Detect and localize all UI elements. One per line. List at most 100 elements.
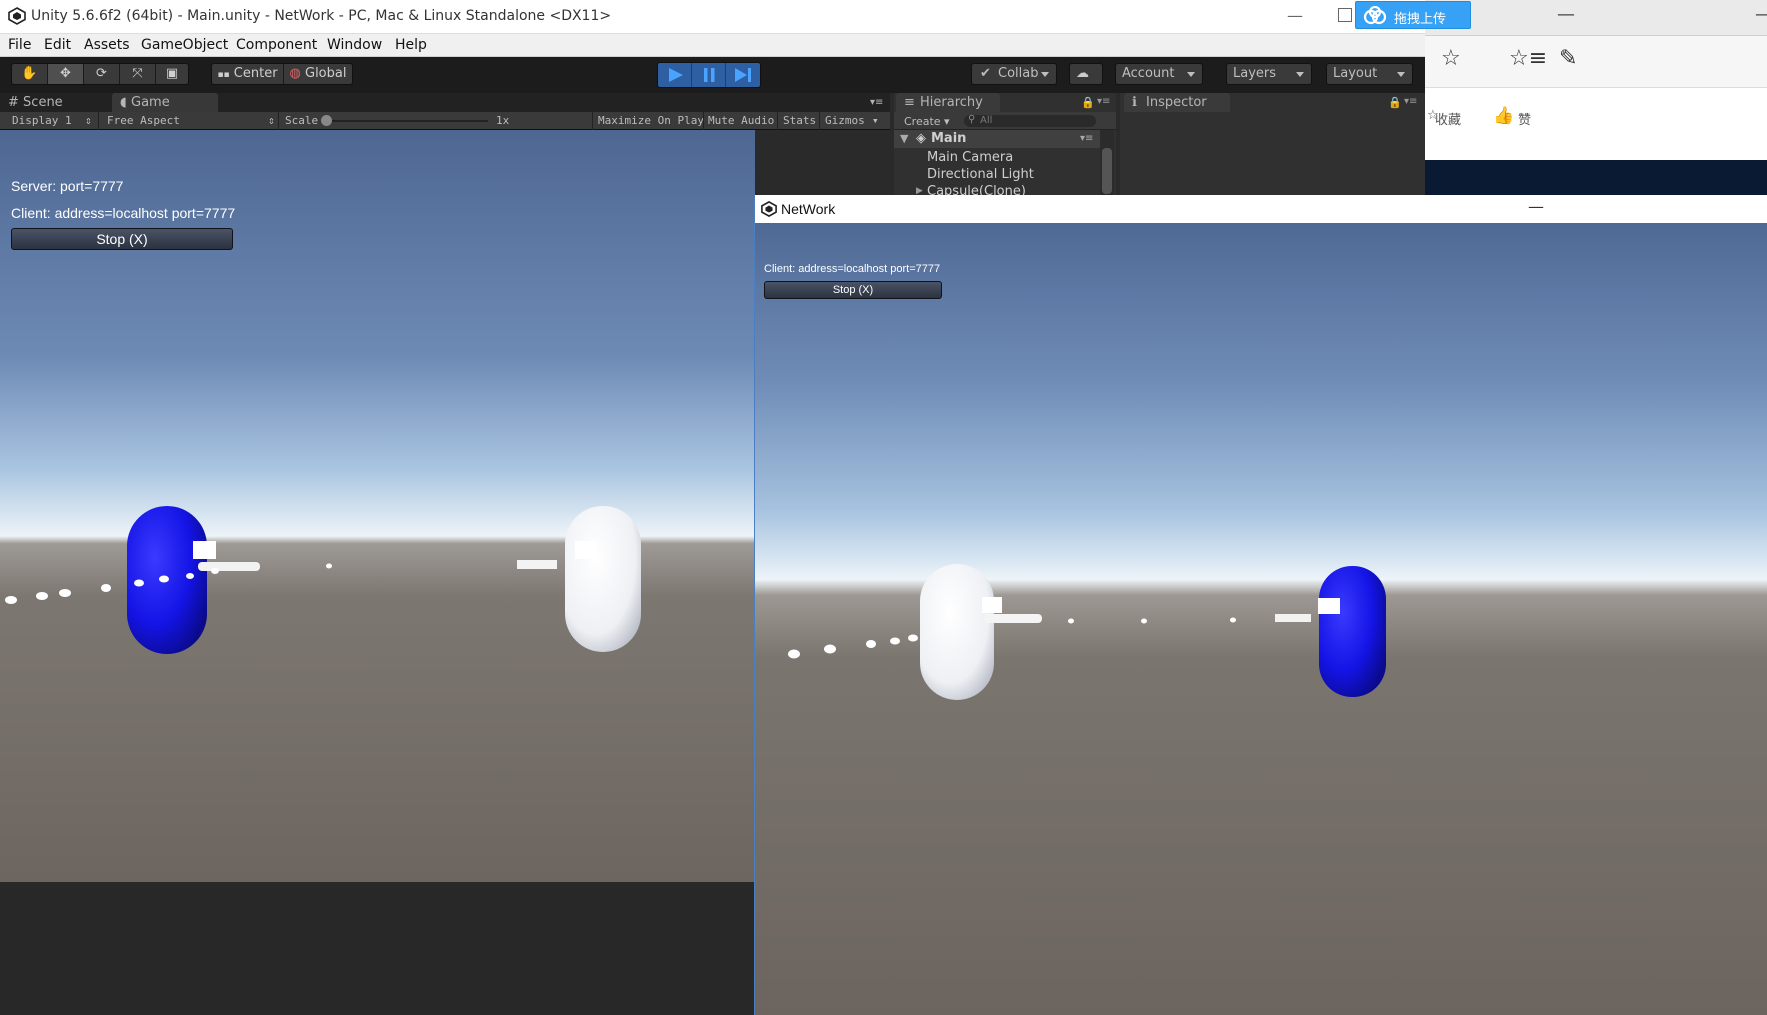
- hierarchy-search-input[interactable]: All: [964, 115, 1096, 127]
- menu-component[interactable]: Component: [236, 37, 317, 53]
- lock-icon[interactable]: 🔒: [1081, 96, 1095, 109]
- window-title: Unity 5.6.6f2 (64bit) - Main.unity - Net…: [31, 8, 612, 24]
- browser-minimize-icon[interactable]: —: [1557, 4, 1575, 25]
- tab-inspector[interactable]: ℹ Inspector: [1124, 93, 1230, 112]
- pivot-center-label: Center: [233, 66, 278, 81]
- client-scene-render: [788, 564, 1386, 700]
- menu-file[interactable]: File: [8, 37, 31, 53]
- menu-window[interactable]: Window: [327, 37, 382, 53]
- panel-menu-icon[interactable]: ▾≡: [866, 93, 890, 112]
- aspect-dropdown[interactable]: Free Aspect: [107, 114, 180, 127]
- upload-label: 拖拽上传: [1394, 12, 1447, 27]
- tab-inspector-label: Inspector: [1146, 95, 1207, 110]
- create-dropdown[interactable]: Create ▾: [904, 115, 950, 128]
- game-view-bottom-area: [0, 882, 755, 1015]
- stop-button[interactable]: Stop (X): [11, 228, 233, 250]
- menu-edit[interactable]: Edit: [44, 37, 71, 53]
- scene-game-tabs: # Scene ◖ Game ▾≡: [0, 93, 890, 112]
- hierarchy-scrollbar[interactable]: [1100, 130, 1114, 203]
- maximize-button[interactable]: [1338, 8, 1352, 22]
- scene-root-row[interactable]: ▼ ◈ Main ▾≡: [894, 130, 1104, 148]
- hierarchy-item-directional-light[interactable]: Directional Light: [927, 167, 1034, 182]
- rotate-tool-icon[interactable]: ⟳: [84, 64, 120, 84]
- panel-menu-icon[interactable]: ▾≡: [1404, 96, 1417, 107]
- thumbs-up-icon[interactable]: 👍: [1493, 106, 1514, 126]
- favorites-list-icon[interactable]: ☆≡: [1509, 46, 1547, 71]
- playback-controls: [657, 62, 761, 88]
- white-player-capsule: [517, 506, 641, 652]
- gizmos-dropdown[interactable]: Gizmos: [825, 114, 865, 127]
- tab-scene-label: Scene: [23, 95, 63, 110]
- lock-icon[interactable]: 🔒: [1388, 96, 1402, 109]
- collab-dropdown[interactable]: ✔ Collab: [971, 63, 1057, 85]
- white-player-capsule: [920, 564, 1042, 700]
- client-status-text: Client: address=localhost port=7777: [11, 205, 236, 221]
- game-icon: ◖: [120, 95, 127, 110]
- scale-tool-icon[interactable]: ⤧: [120, 64, 156, 84]
- game-view-toolbar: Display 1 ⇕ Free Aspect ⇕ Scale 1x Maxim…: [0, 112, 890, 130]
- tab-hierarchy[interactable]: ≡ Hierarchy: [896, 93, 1000, 112]
- pen-icon[interactable]: ✎: [1559, 46, 1577, 71]
- chevron-down-icon: [1041, 72, 1049, 77]
- menu-assets[interactable]: Assets: [84, 37, 130, 53]
- tab-game[interactable]: ◖ Game: [112, 93, 218, 112]
- cloud-icon: ☁: [1076, 66, 1089, 81]
- pause-button[interactable]: [692, 63, 726, 87]
- blue-player-capsule: [127, 506, 260, 654]
- scale-slider-track[interactable]: [326, 120, 488, 122]
- space-global-label: Global: [305, 66, 347, 81]
- panel-menu-icon[interactable]: ▾≡: [1097, 96, 1110, 107]
- browser-titlebar: — —: [1425, 0, 1767, 36]
- divider: [278, 112, 279, 130]
- like-label[interactable]: 赞: [1518, 109, 1531, 128]
- inspector-panel: ℹ Inspector 🔒 ▾≡: [1120, 93, 1425, 203]
- mute-audio-toggle[interactable]: Mute Audio: [708, 114, 774, 127]
- background-browser-window: — — ☆ ☆≡ ✎ ☆ 收藏 👍 赞: [1425, 0, 1767, 200]
- maximize-on-play-toggle[interactable]: Maximize On Play: [598, 114, 704, 127]
- scene-menu-icon[interactable]: ▾≡: [1080, 130, 1093, 148]
- collect-label[interactable]: 收藏: [1435, 109, 1461, 128]
- play-icon: [669, 68, 683, 82]
- scale-label: Scale: [285, 114, 319, 127]
- game-view-client[interactable]: Client: address=localhost port=7777 Stop…: [755, 223, 1767, 1015]
- display-dropdown[interactable]: Display 1: [12, 114, 72, 127]
- menu-help[interactable]: Help: [395, 37, 427, 53]
- divider: [703, 112, 704, 130]
- stats-toggle[interactable]: Stats: [783, 114, 816, 127]
- network-window-title: NetWork: [781, 201, 836, 217]
- menu-gameobject[interactable]: GameObject: [141, 37, 228, 53]
- unity-logo-icon: [8, 7, 26, 25]
- favorite-star-icon[interactable]: ☆: [1441, 46, 1461, 71]
- network-minimize-button[interactable]: —: [1528, 197, 1544, 216]
- hand-tool-icon[interactable]: ✋: [12, 64, 48, 84]
- create-label: Create: [904, 115, 941, 128]
- unity-scene-icon: ◈: [916, 131, 926, 146]
- step-button[interactable]: [726, 63, 760, 87]
- divider: [777, 112, 778, 130]
- chevron-down-icon: [1187, 72, 1195, 77]
- pivot-center-button[interactable]: ▪▪ Center: [212, 64, 284, 84]
- space-global-button[interactable]: ◍ Global: [284, 64, 352, 84]
- search-placeholder: All: [980, 115, 993, 126]
- game-view-server[interactable]: Server: port=7777 Client: address=localh…: [0, 130, 755, 882]
- account-dropdown[interactable]: Account: [1115, 63, 1203, 85]
- rect-tool-icon[interactable]: ▣: [156, 64, 188, 84]
- list-icon: ≡: [904, 95, 915, 110]
- scale-slider-thumb[interactable]: [321, 115, 332, 126]
- expand-arrow-icon[interactable]: ▼: [900, 130, 908, 148]
- transform-tools: ✋ ✥ ⟳ ⤧ ▣: [11, 63, 189, 85]
- gizmos-chevron-icon: ▾: [872, 114, 879, 127]
- layout-dropdown[interactable]: Layout: [1326, 63, 1413, 85]
- tab-scene[interactable]: # Scene: [0, 93, 100, 112]
- move-tool-icon[interactable]: ✥: [48, 64, 84, 84]
- cloud-services-button[interactable]: ☁: [1069, 63, 1103, 85]
- play-button[interactable]: [658, 63, 692, 87]
- layers-dropdown[interactable]: Layers: [1226, 63, 1312, 85]
- stop-button[interactable]: Stop (X): [764, 281, 942, 299]
- display-arrows-icon: ⇕: [85, 114, 92, 127]
- scrollbar-thumb[interactable]: [1102, 148, 1112, 194]
- hierarchy-item-main-camera[interactable]: Main Camera: [927, 150, 1013, 165]
- browser-minimize-icon-2[interactable]: —: [1755, 4, 1767, 25]
- drag-upload-button[interactable]: 拖拽上传: [1355, 1, 1471, 29]
- minimize-button[interactable]: —: [1287, 6, 1303, 25]
